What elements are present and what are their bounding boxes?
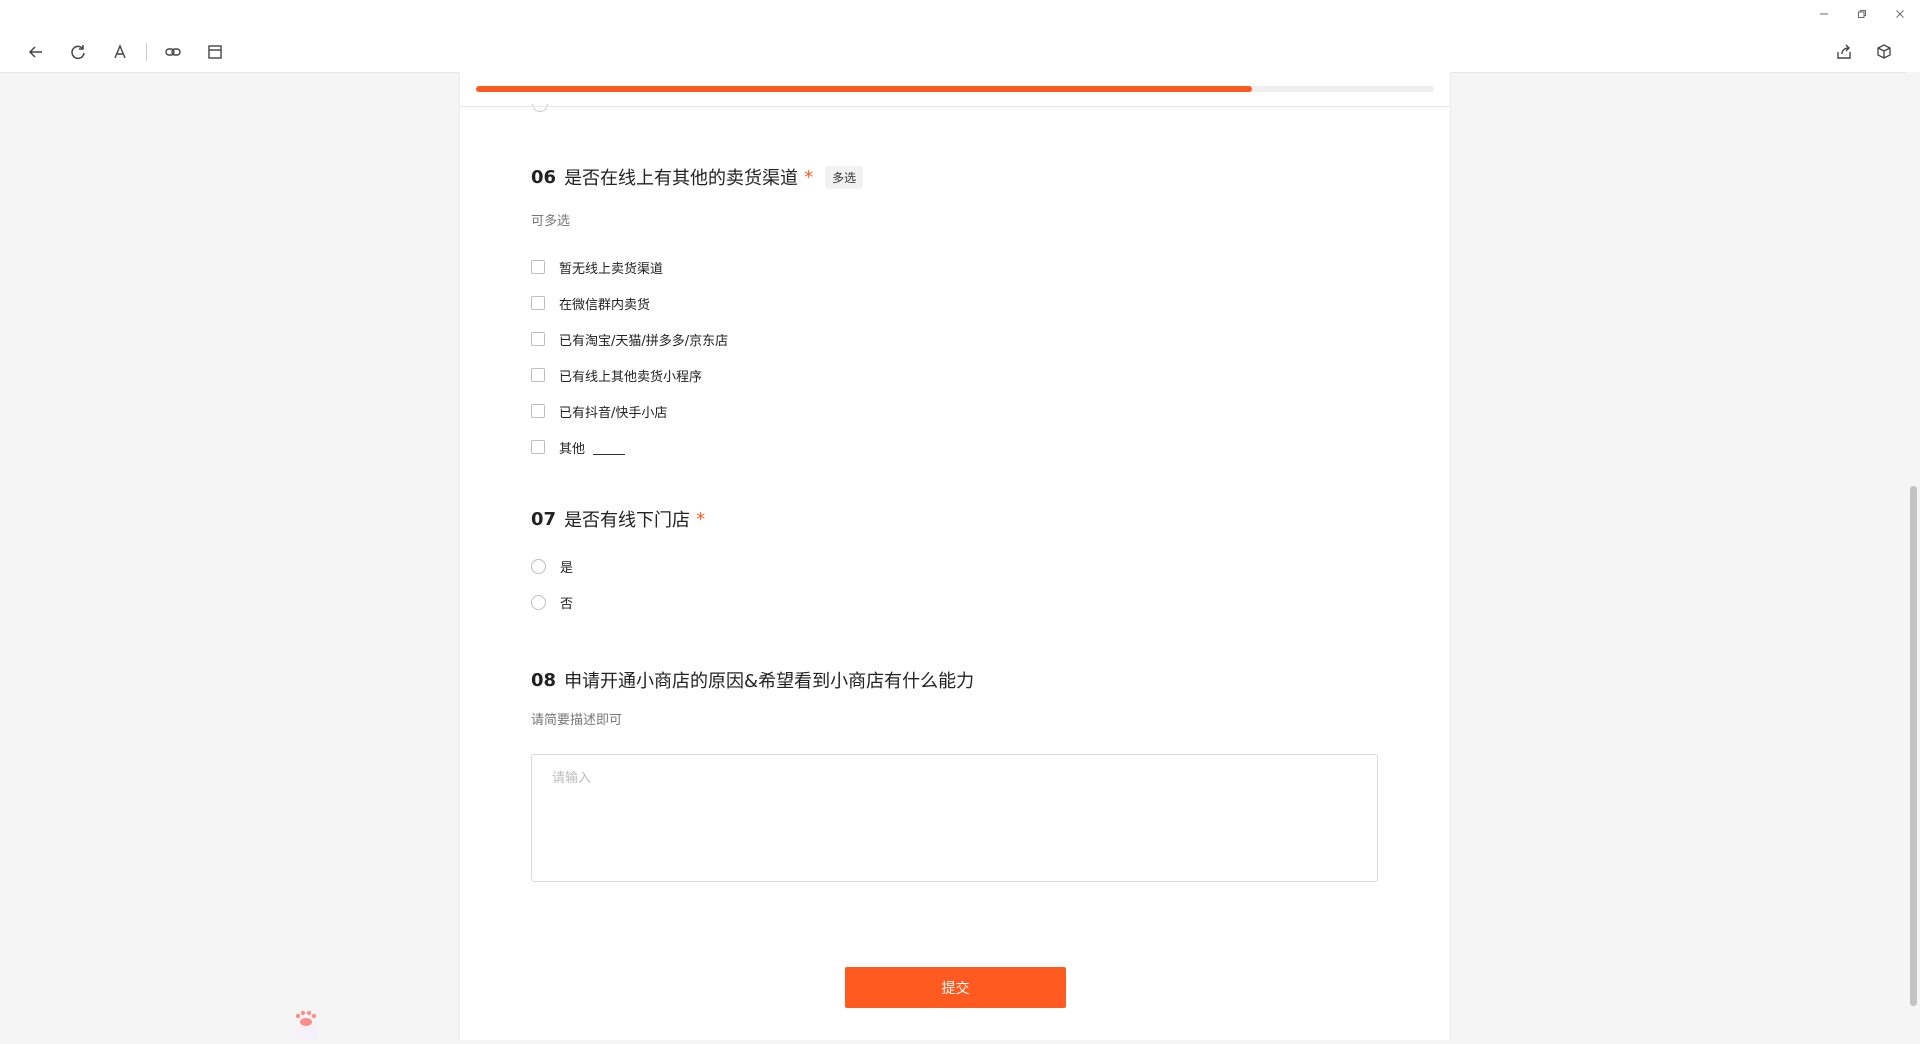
- option-label: 在微信群内卖货: [559, 297, 651, 313]
- answer-textarea[interactable]: 请输入: [531, 754, 1378, 882]
- question-08-title: 08 申请开通小商店的原因&希望看到小商店有什么能力: [531, 667, 974, 693]
- font-icon[interactable]: [108, 40, 132, 64]
- option-label: 已有抖音/快手小店: [559, 405, 668, 421]
- checkbox[interactable]: [531, 296, 545, 310]
- checkbox[interactable]: [531, 368, 545, 382]
- checkbox[interactable]: [531, 404, 545, 418]
- radio-option[interactable]: 否: [531, 584, 705, 620]
- radio-option[interactable]: 是: [531, 548, 705, 584]
- toolbar-right: [1832, 40, 1896, 64]
- other-input-line[interactable]: [593, 440, 626, 455]
- checkbox[interactable]: [531, 440, 545, 454]
- question-number: 07: [531, 508, 557, 530]
- question-06-title: 06 是否在线上有其他的卖货渠道 * 多选: [531, 164, 864, 190]
- progress-bar: [476, 86, 1434, 92]
- back-icon[interactable]: [24, 40, 48, 64]
- option-label: 是: [560, 560, 574, 576]
- question-number: 06: [531, 166, 557, 188]
- required-mark: *: [804, 166, 814, 188]
- question-07-options: 是 否: [531, 548, 705, 620]
- refresh-icon[interactable]: [66, 40, 90, 64]
- required-mark: *: [696, 508, 706, 530]
- question-07-title: 07 是否有线下门店 *: [531, 506, 705, 532]
- layout-icon[interactable]: [203, 40, 227, 64]
- checkbox-option[interactable]: 暂无线上卖货渠道: [531, 249, 863, 285]
- checkbox-option-other[interactable]: 其他: [531, 429, 863, 465]
- option-label: 其他: [559, 441, 586, 457]
- close-icon[interactable]: [1886, 4, 1914, 24]
- checkbox[interactable]: [531, 332, 545, 346]
- option-label: 暂无线上卖货渠道: [559, 261, 664, 277]
- page-scrollbar[interactable]: [1906, 72, 1920, 1040]
- link-icon[interactable]: [161, 40, 185, 64]
- form-card: 06 是否在线上有其他的卖货渠道 * 多选 可多选 暂无线上卖货渠道 在微信群内…: [459, 72, 1451, 1040]
- option-label: 已有淘宝/天猫/拼多多/京东店: [559, 333, 729, 349]
- checkbox-option[interactable]: 已有淘宝/天猫/拼多多/京东店: [531, 321, 863, 357]
- minimize-icon[interactable]: [1810, 4, 1838, 24]
- restore-icon[interactable]: [1848, 4, 1876, 24]
- browser-top-bar: [0, 0, 1920, 73]
- radio-button[interactable]: [531, 558, 546, 574]
- option-label: 已有线上其他卖货小程序: [559, 369, 703, 385]
- question-08-description: 请简要描述即可: [531, 713, 623, 728]
- share-icon[interactable]: [1832, 40, 1856, 64]
- window-controls: [1810, 4, 1914, 24]
- cube-icon[interactable]: [1872, 40, 1896, 64]
- question-06: 06 是否在线上有其他的卖货渠道 * 多选 可多选 暂无线上卖货渠道 在微信群内…: [531, 164, 864, 465]
- progress-bar-fill: [476, 86, 1252, 92]
- header-divider: [460, 106, 1450, 107]
- toolbar-separator: [146, 43, 147, 61]
- option-label: 否: [560, 596, 574, 612]
- question-07: 07 是否有线下门店 * 是 否: [531, 506, 705, 620]
- question-06-description: 可多选: [531, 214, 571, 229]
- submit-button[interactable]: 提交: [845, 967, 1066, 1008]
- checkbox-option[interactable]: 已有抖音/快手小店: [531, 393, 863, 429]
- paw-mascot-icon[interactable]: [290, 1008, 322, 1042]
- radio-button[interactable]: [531, 594, 546, 610]
- question-text: 申请开通小商店的原因&希望看到小商店有什么能力: [564, 671, 975, 692]
- toolbar: [24, 40, 227, 64]
- question-08: 08 申请开通小商店的原因&希望看到小商店有什么能力 请简要描述即可: [531, 667, 974, 729]
- question-text: 是否有线下门店: [564, 510, 691, 531]
- textarea-placeholder: 请输入: [552, 771, 592, 786]
- multi-select-tag: 多选: [825, 165, 864, 189]
- question-06-options: 暂无线上卖货渠道 在微信群内卖货 已有淘宝/天猫/拼多多/京东店 已有线上其他卖…: [531, 249, 863, 465]
- question-number: 08: [531, 669, 557, 691]
- checkbox-option[interactable]: 已有线上其他卖货小程序: [531, 357, 863, 393]
- scrollbar-thumb[interactable]: [1910, 486, 1917, 1006]
- checkbox[interactable]: [531, 260, 545, 274]
- question-text: 是否在线上有其他的卖货渠道: [564, 168, 799, 189]
- checkbox-option[interactable]: 在微信群内卖货: [531, 285, 863, 321]
